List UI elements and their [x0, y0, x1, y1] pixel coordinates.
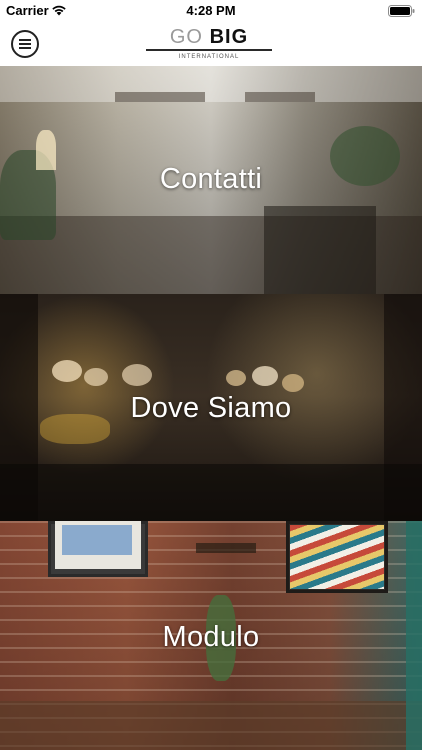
section-dove-siamo-label: Dove Siamo: [130, 392, 292, 424]
battery-icon: [388, 5, 415, 17]
header-bar: GO BIG INTERNATIONAL: [0, 22, 422, 67]
logo-wordmark: GO BIG: [146, 26, 272, 48]
menu-button[interactable]: [11, 30, 39, 58]
logo-word-go: GO: [169, 26, 203, 48]
clock: 4:28 PM: [186, 3, 236, 18]
menu-icon: [19, 39, 31, 49]
section-contatti-label: Contatti: [159, 163, 263, 195]
section-modulo[interactable]: Modulo: [0, 521, 422, 750]
status-bar: Carrier 4:28 PM: [0, 0, 422, 22]
logo-word-big: BIG: [209, 26, 249, 48]
app-screen: Carrier 4:28 PM GO BIG INTERNATIONAL Con…: [0, 0, 422, 750]
logo-tagline: INTERNATIONAL: [178, 54, 240, 60]
section-contatti[interactable]: Contatti: [0, 66, 422, 294]
logo-divider: [146, 49, 272, 51]
logo: GO BIG INTERNATIONAL: [146, 24, 272, 62]
section-modulo-label: Modulo: [162, 621, 260, 653]
section-dove-siamo[interactable]: Dove Siamo: [0, 294, 422, 521]
